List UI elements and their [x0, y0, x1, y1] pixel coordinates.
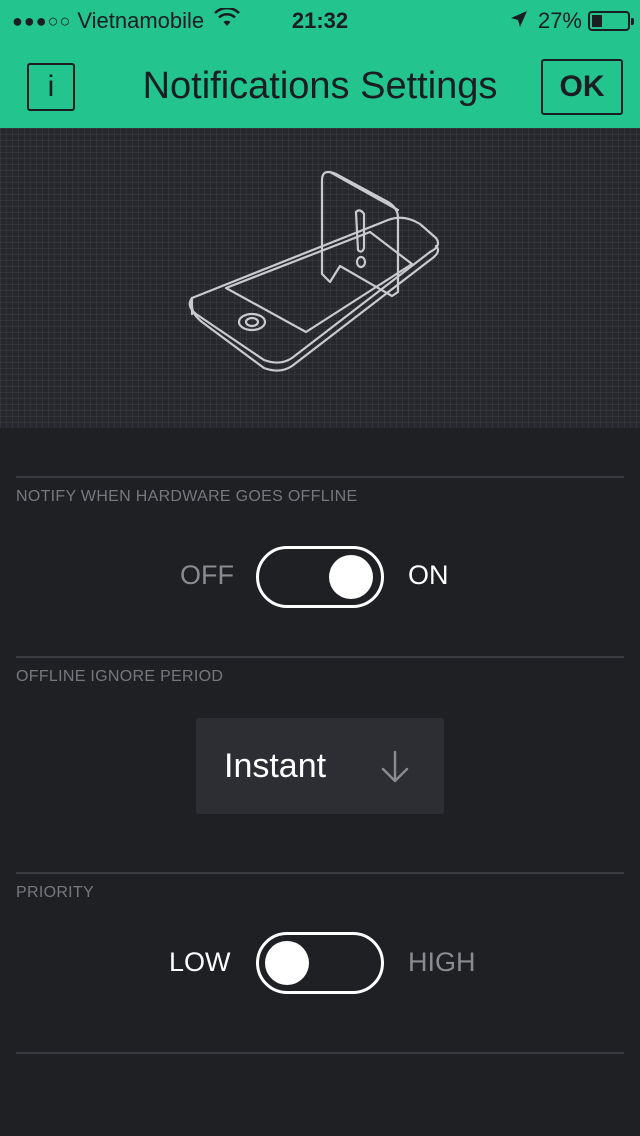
- toggle-off-label: OFF: [180, 560, 234, 590]
- ignore-period-dropdown[interactable]: Instant: [196, 718, 444, 814]
- toggle-knob: [265, 941, 309, 985]
- battery-percentage: 27%: [537, 8, 582, 33]
- priority-low-label: LOW: [169, 947, 231, 977]
- location-arrow-icon: [510, 8, 528, 34]
- priority-label: PRIORITY: [16, 884, 94, 901]
- divider: [16, 656, 624, 658]
- ok-button[interactable]: OK: [541, 59, 623, 115]
- toggle-on-label: ON: [408, 560, 449, 590]
- offline-notify-label: NOTIFY WHEN HARDWARE GOES OFFLINE: [16, 488, 358, 505]
- offline-notify-toggle[interactable]: [256, 546, 384, 608]
- divider: [16, 872, 624, 874]
- header-bar: ●●●○○ Vietnamobile 21:32 27% i Notificat…: [0, 0, 640, 128]
- battery-icon: [588, 11, 634, 31]
- divider: [16, 1052, 624, 1054]
- ignore-period-label: OFFLINE IGNORE PERIOD: [16, 668, 224, 685]
- ignore-period-value: Instant: [224, 747, 327, 785]
- illustration-panel: [0, 128, 640, 428]
- phone-notification-icon: [188, 170, 440, 372]
- toggle-knob: [329, 555, 373, 599]
- priority-high-label: HIGH: [408, 947, 476, 977]
- arrow-down-icon: [380, 750, 410, 789]
- divider: [16, 476, 624, 478]
- priority-toggle[interactable]: [256, 932, 384, 994]
- status-bar: ●●●○○ Vietnamobile 21:32 27%: [0, 0, 640, 40]
